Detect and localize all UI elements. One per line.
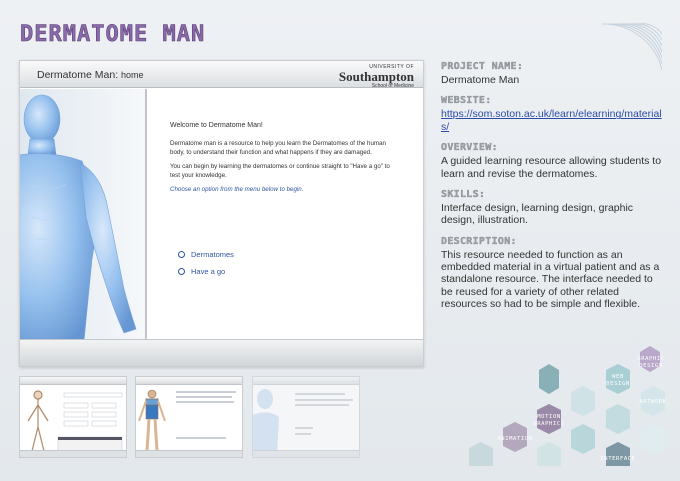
hex-light-4 — [641, 424, 665, 454]
welcome-heading: Welcome to Dermatome Man! — [170, 122, 263, 129]
prompt-text: Choose an option from the menu below to … — [170, 185, 304, 193]
thumbnail-header — [253, 377, 359, 385]
hex-light-3 — [571, 424, 595, 454]
thumbnail-screenshot-3[interactable] — [252, 376, 360, 458]
description-text: This resource needed to function as an e… — [441, 248, 660, 311]
website-heading: WEBSITE: — [441, 95, 492, 107]
app-title-text: Dermatome Man: — [37, 69, 119, 81]
welcome-content: Welcome to Dermatome Man! Dermatome man … — [170, 121, 400, 200]
website-link[interactable]: https://som.soton.ac.uk/learn/elearning/… — [441, 108, 663, 133]
project-name-section: PROJECT NAME: Dermatome Man — [441, 61, 663, 86]
begin-text: You can begin by learning the dermatomes… — [170, 163, 390, 179]
hex-label: MOTION — [537, 414, 560, 420]
skills-text: Interface design, learning design, graph… — [441, 201, 634, 227]
description-section: DESCRIPTION: This resource needed to fun… — [441, 235, 663, 311]
menu-option-label: Dermatomes — [191, 250, 234, 259]
thumbnail-header — [20, 377, 126, 385]
body-figure-panel — [20, 89, 147, 341]
hex-label: INTERFACE — [600, 456, 635, 462]
skills-hexagon-cluster: GRAPHIC DESIGN WEB DESIGN ARTWORK MOTION… — [469, 346, 666, 466]
app-title-suffix: home — [121, 70, 144, 80]
page-title: DERMATOME MAN — [20, 22, 206, 48]
skills-heading: SKILLS: — [441, 188, 486, 200]
faded-figure-icon — [253, 389, 279, 455]
hex-label: WEB — [612, 374, 624, 380]
hex-light-6 — [537, 442, 561, 466]
description-heading: DESCRIPTION: — [441, 235, 517, 247]
menu-option-have-a-go[interactable]: Have a go — [178, 267, 225, 276]
overview-text: A guided learning resource allowing stud… — [441, 155, 662, 180]
overview-heading: OVERVIEW: — [441, 142, 498, 154]
hex-light-1 — [571, 386, 595, 416]
hex-label: DESIGN — [606, 381, 629, 387]
hex-interface — [606, 442, 630, 466]
skeleton-figure-icon — [27, 390, 123, 452]
hex-light-2 — [606, 404, 630, 434]
hex-teal-1 — [539, 364, 559, 394]
hex-label: ARTWORK — [639, 399, 666, 405]
thumbnail-footer — [136, 450, 242, 457]
thumbnail-footer — [20, 450, 126, 457]
website-section: WEBSITE: https://som.soton.ac.uk/learn/e… — [441, 95, 663, 133]
app-footer — [20, 339, 423, 366]
project-name-heading: PROJECT NAME: — [441, 61, 524, 72]
hex-light-5 — [469, 442, 493, 466]
app-title: Dermatome Man: home — [37, 69, 144, 81]
app-header: Dermatome Man: home UNIVERSITY OF Southa… — [20, 61, 423, 89]
hex-label: DESIGN — [639, 363, 662, 369]
hex-label: ANIMATION — [497, 436, 532, 442]
human-figure-icon — [20, 94, 137, 341]
skills-section: SKILLS: Interface design, learning desig… — [441, 189, 663, 227]
app-window: Dermatome Man: home UNIVERSITY OF Southa… — [19, 60, 424, 367]
logo-line-3: School of Medicine — [371, 83, 414, 89]
hex-label: GRAPHIC — [637, 356, 664, 362]
hex-label: GRAPHICS — [533, 421, 564, 427]
radio-icon — [178, 268, 185, 275]
menu-option-label: Have a go — [191, 267, 226, 276]
university-logo: UNIVERSITY OF Southampton School of Medi… — [339, 65, 414, 89]
thumbnail-screenshot-2[interactable] — [135, 376, 243, 458]
thumbnail-screenshot-1[interactable] — [19, 376, 127, 458]
project-info: PROJECT NAME: Dermatome Man WEBSITE: htt… — [441, 61, 663, 320]
overview-section: OVERVIEW: A guided learning resource all… — [441, 142, 663, 180]
logo-line-2: Southampton — [338, 69, 414, 84]
project-name-value: Dermatome Man — [441, 74, 520, 86]
thumbnail-header — [136, 377, 242, 385]
thumbnail-footer — [253, 450, 359, 457]
radio-icon — [178, 251, 185, 258]
intro-text: Dermatome man is a resource to help you … — [170, 140, 386, 156]
menu-option-dermatomes[interactable]: Dermatomes — [178, 250, 234, 259]
